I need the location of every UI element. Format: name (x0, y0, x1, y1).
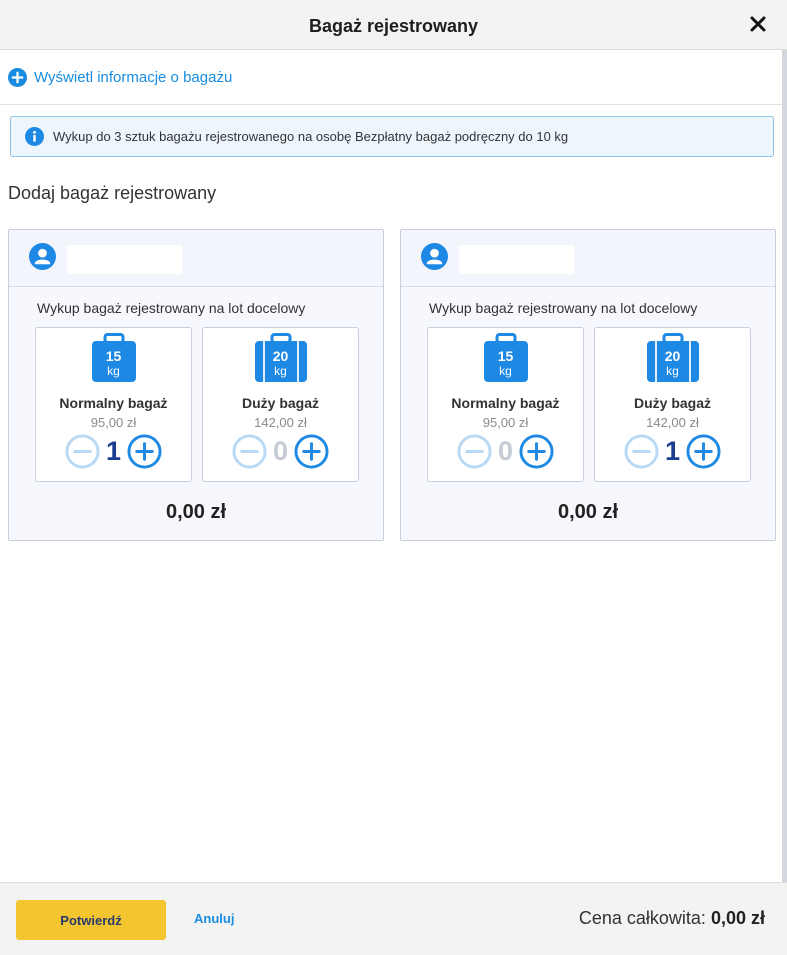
passenger-name-redacted (67, 245, 182, 274)
confirm-button[interactable]: Potwierdź (16, 900, 166, 940)
passenger-total: 0,00 zł (557, 501, 619, 523)
scrollbar-track[interactable] (782, 50, 787, 955)
grand-total-value: 0,00 zł (710, 908, 765, 928)
plus-circle-icon (8, 67, 27, 87)
bag-quantity: 1 (105, 436, 122, 466)
bag-price: 95,00 zł (482, 415, 529, 430)
bag-name: Duży bagaż (241, 395, 319, 411)
cancel-link[interactable]: Anuluj (194, 911, 234, 926)
dialog-title: Bagaż rejestrowany (308, 16, 479, 36)
bag-option-large: 20 kg Duży bagaż 142,00 zł 0 (202, 327, 359, 482)
bag-option-large: 20 kg Duży bagaż 142,00 zł 1 (594, 327, 751, 482)
divider (0, 104, 782, 105)
bag-price: 142,00 zł (254, 415, 307, 430)
bag-price: 142,00 zł (646, 415, 699, 430)
bag-weight-unit: kg (666, 364, 679, 378)
passenger-card: Wykup bagaż rejestrowany na lot docelowy… (400, 229, 776, 541)
bag-weight: 15 (497, 348, 514, 364)
plus-circle-icon[interactable] (686, 434, 721, 469)
bag-price: 95,00 zł (90, 415, 137, 430)
bag-weight-unit: kg (274, 364, 287, 378)
plus-circle-icon[interactable] (294, 434, 329, 469)
user-avatar-icon (421, 243, 448, 270)
bag-weight: 15 (105, 348, 122, 364)
bag-weight-unit: kg (499, 364, 512, 378)
plus-circle-icon[interactable] (127, 434, 162, 469)
passenger-body: Wykup bagaż rejestrowany na lot docelowy… (9, 287, 383, 540)
close-icon[interactable] (747, 13, 769, 35)
baggage-notice: Wykup do 3 sztuk bagażu rejestrowanego n… (10, 116, 774, 157)
dialog-footer: Potwierdź Anuluj Cena całkowita: 0,00 zł (0, 882, 787, 955)
bag-quantity: 1 (664, 436, 681, 466)
bag-weight-unit: kg (107, 364, 120, 378)
minus-circle-icon[interactable] (624, 434, 659, 469)
bag-weight: 20 (664, 348, 681, 364)
passenger-header (9, 230, 383, 287)
passenger-total: 0,00 zł (165, 501, 227, 523)
grand-total-label: Cena całkowita: (578, 908, 706, 928)
bag-option-normal: 15 kg Normalny bagaż 95,00 zł 1 (35, 327, 192, 482)
bag-quantity: 0 (272, 436, 289, 466)
section-title: Dodaj bagaż rejestrowany (8, 183, 217, 203)
passenger-subtitle: Wykup bagaż rejestrowany na lot docelowy (429, 300, 698, 316)
bag-name: Normalny bagaż (451, 395, 560, 411)
passenger-subtitle: Wykup bagaż rejestrowany na lot docelowy (37, 300, 306, 316)
plus-circle-icon[interactable] (519, 434, 554, 469)
passenger-header (401, 230, 775, 287)
minus-circle-icon[interactable] (457, 434, 492, 469)
bag-name: Duży bagaż (633, 395, 711, 411)
notice-text: Wykup do 3 sztuk bagażu rejestrowanego n… (53, 129, 569, 144)
bag-name: Normalny bagaż (59, 395, 168, 411)
passenger-card: Wykup bagaż rejestrowany na lot docelowy… (8, 229, 384, 541)
info-icon (25, 127, 44, 146)
minus-circle-icon[interactable] (65, 434, 100, 469)
user-avatar-icon (29, 243, 56, 270)
bag-option-normal: 15 kg Normalny bagaż 95,00 zł 0 (427, 327, 584, 482)
baggage-info-link[interactable]: Wyświetl informacje o bagażu (8, 66, 232, 88)
baggage-info-link-label: Wyświetl informacje o bagażu (34, 68, 233, 86)
bag-quantity: 0 (497, 436, 514, 466)
passenger-name-redacted (459, 245, 574, 274)
passenger-body: Wykup bagaż rejestrowany na lot docelowy… (401, 287, 775, 540)
dialog-header: Bagaż rejestrowany (0, 0, 787, 50)
minus-circle-icon[interactable] (232, 434, 267, 469)
grand-total: Cena całkowita: 0,00 zł (579, 908, 765, 929)
bag-weight: 20 (272, 348, 289, 364)
